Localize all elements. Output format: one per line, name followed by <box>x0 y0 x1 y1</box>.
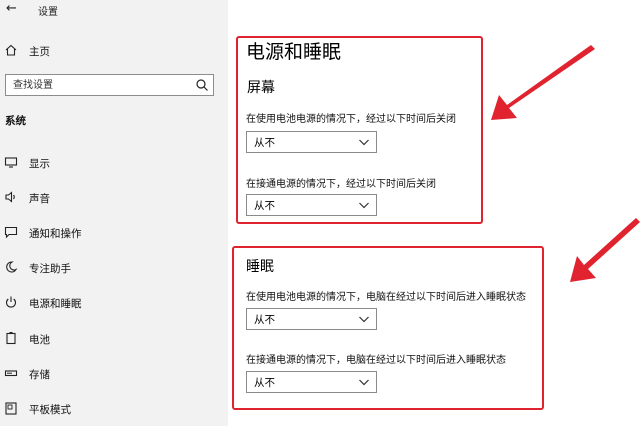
annotation-arrows <box>491 45 640 282</box>
annotation-arrow-icon <box>491 45 595 120</box>
annotation-arrow-icon <box>570 218 640 282</box>
